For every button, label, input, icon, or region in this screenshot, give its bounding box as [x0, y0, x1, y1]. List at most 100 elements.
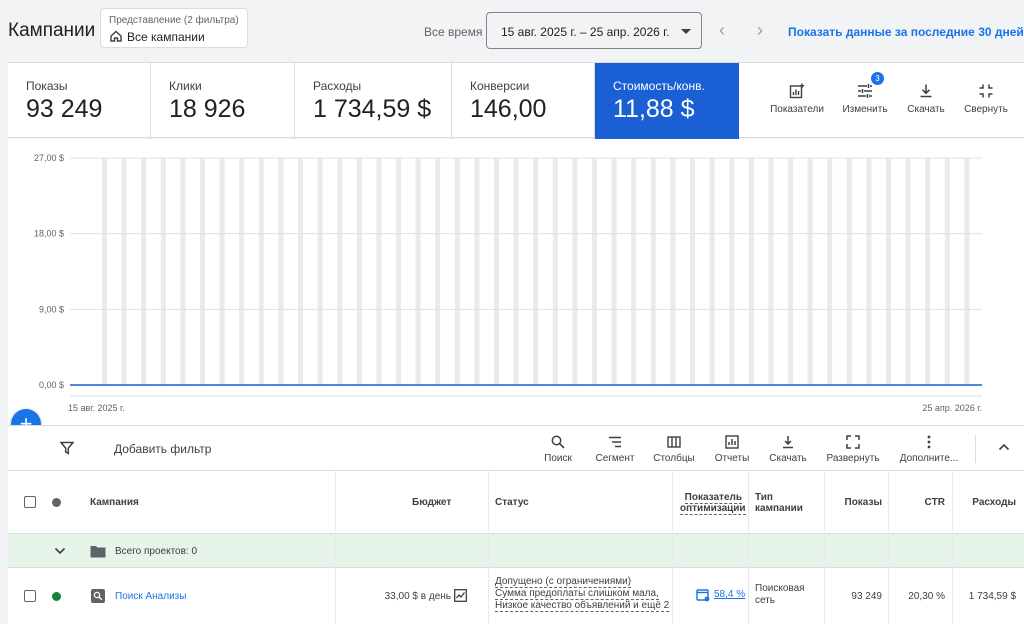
week-band — [219, 158, 225, 385]
edit-badge: 3 — [871, 72, 884, 85]
header-budget[interactable]: Бюджет — [412, 497, 451, 508]
columns-icon — [667, 436, 681, 448]
download-button[interactable]: Скачать — [894, 83, 958, 115]
recommendations-icon[interactable] — [696, 588, 710, 602]
table-row[interactable]: Поиск Анализы 33,00 $ в день Допущено (с… — [8, 568, 1024, 624]
week-band — [827, 158, 833, 385]
week-band — [866, 158, 872, 385]
week-band — [317, 158, 323, 385]
status-line: Сумма предоплаты слишком мала, — [495, 588, 659, 600]
chevron-right-icon[interactable]: › — [751, 20, 769, 40]
header-optimization-score[interactable]: Показатель оптимизации — [680, 492, 746, 515]
chevron-left-icon[interactable]: ‹ — [713, 20, 731, 40]
summary-cards: Показы 93 249 Клики 18 926 Расходы 1 734… — [8, 62, 1024, 139]
campaign-name-link[interactable]: Поиск Анализы — [115, 591, 186, 602]
week-band — [670, 158, 676, 385]
week-band — [690, 158, 695, 385]
view-selector-value: Все кампании — [127, 30, 205, 44]
collapse-button[interactable]: Свернуть — [954, 83, 1018, 115]
view-selector[interactable]: Представление (2 фильтра) Все кампании — [100, 8, 248, 48]
download-icon — [920, 84, 932, 98]
total-row: Всего проектов: 0 — [8, 534, 1024, 568]
metrics-button[interactable]: Показатели — [765, 83, 829, 115]
week-band — [376, 158, 382, 385]
more-vert-icon — [927, 435, 931, 449]
week-band — [121, 158, 127, 385]
week-band — [886, 158, 891, 385]
home-icon — [110, 30, 122, 42]
ctr-value: 20,30 % — [908, 591, 945, 602]
date-range-label: Все время — [424, 25, 483, 39]
week-band — [944, 158, 950, 385]
row-checkbox[interactable] — [24, 590, 36, 602]
week-band — [709, 158, 715, 385]
metrics-button-label: Показатели — [770, 104, 824, 115]
date-range-picker[interactable]: 15 авг. 2025 г. – 25 апр. 2026 г. — [486, 12, 702, 49]
spend-value: 1 734,59 $ — [968, 591, 1016, 602]
chevron-up-icon[interactable] — [997, 440, 1011, 454]
budget-chart-icon[interactable] — [454, 589, 467, 602]
impressions-value: 93 249 — [851, 591, 882, 602]
date-range-value: 15 авг. 2025 г. – 25 апр. 2026 г. — [501, 25, 670, 39]
header-ctr[interactable]: CTR — [888, 497, 945, 508]
header-spend[interactable]: Расходы — [952, 497, 1016, 508]
campaign-type-cell: Поисковая сеть — [755, 583, 805, 607]
metric-label: Клики — [169, 79, 202, 93]
metric-card-cost-per-conversion[interactable]: Стоимость/конв. 11,88 $ — [595, 63, 739, 139]
search-icon — [551, 435, 565, 449]
table-download-button[interactable]: Скачать — [763, 435, 813, 464]
status-dot-header — [52, 498, 61, 507]
week-band — [239, 158, 245, 385]
header-impressions[interactable]: Показы — [824, 497, 883, 508]
optimization-score-link[interactable]: 58,4 % — [714, 589, 745, 600]
status-cell[interactable]: Допущено (с ограничениями) Сумма предопл… — [495, 576, 670, 612]
week-band — [454, 158, 460, 385]
edit-button[interactable]: 3 Изменить — [833, 72, 897, 115]
toolbar-divider — [975, 435, 976, 463]
select-all-checkbox[interactable] — [24, 496, 36, 508]
chevron-down-icon[interactable] — [54, 545, 66, 557]
collapse-button-label: Свернуть — [964, 104, 1008, 115]
y-tick-label: 18,00 $ — [34, 229, 64, 239]
budget-value: 33,00 $ в день — [384, 591, 451, 602]
search-button-label: Поиск — [544, 453, 572, 464]
total-row-label: Всего проектов: 0 — [115, 546, 198, 557]
segment-button[interactable]: Сегмент — [590, 435, 640, 464]
week-band — [356, 158, 362, 385]
reports-icon — [725, 435, 739, 449]
week-band — [513, 158, 519, 385]
metric-label: Расходы — [313, 79, 362, 93]
add-chart-icon — [789, 83, 805, 99]
add-filter-button[interactable]: Добавить фильтр — [114, 442, 211, 456]
metric-card-clicks[interactable]: Клики 18 926 — [151, 63, 295, 139]
campaign-type-line1: Поисковая — [755, 583, 805, 594]
metric-card-spend[interactable]: Расходы 1 734,59 $ — [295, 63, 452, 139]
columns-button[interactable]: Столбцы — [650, 435, 698, 464]
top-bar: Кампании Представление (2 фильтра) Все к… — [0, 0, 1024, 62]
metric-card-conversions[interactable]: Конверсии 146,00 — [452, 63, 595, 139]
week-band — [298, 158, 303, 385]
metric-card-impressions[interactable]: Показы 93 249 — [8, 63, 151, 139]
filter-icon[interactable] — [60, 441, 74, 455]
week-band — [592, 158, 597, 385]
column-divider — [672, 471, 673, 624]
week-band — [102, 158, 107, 385]
collapse-icon — [979, 84, 993, 98]
expand-button[interactable]: Развернуть — [822, 435, 884, 464]
search-button[interactable]: Поиск — [536, 435, 580, 464]
column-divider — [952, 471, 953, 624]
week-band — [494, 158, 499, 385]
header-campaign[interactable]: Кампания — [90, 497, 139, 508]
header-status[interactable]: Статус — [495, 497, 529, 508]
column-divider — [824, 471, 825, 624]
last-30-days-link[interactable]: Показать данные за последние 30 дней — [788, 25, 1024, 39]
more-button[interactable]: Дополните... — [896, 435, 962, 464]
y-tick-label: 9,00 $ — [39, 304, 64, 314]
week-band — [768, 158, 774, 385]
y-tick-label: 27,00 $ — [34, 153, 64, 163]
week-band — [964, 158, 970, 385]
reports-button[interactable]: Отчеты — [708, 435, 756, 464]
table-toolbar: Добавить фильтр Поиск Сегмент Столбцы От… — [8, 425, 1024, 470]
header-campaign-type[interactable]: Тип кампании — [755, 492, 803, 514]
y-tick-label: 0,00 $ — [39, 380, 64, 390]
